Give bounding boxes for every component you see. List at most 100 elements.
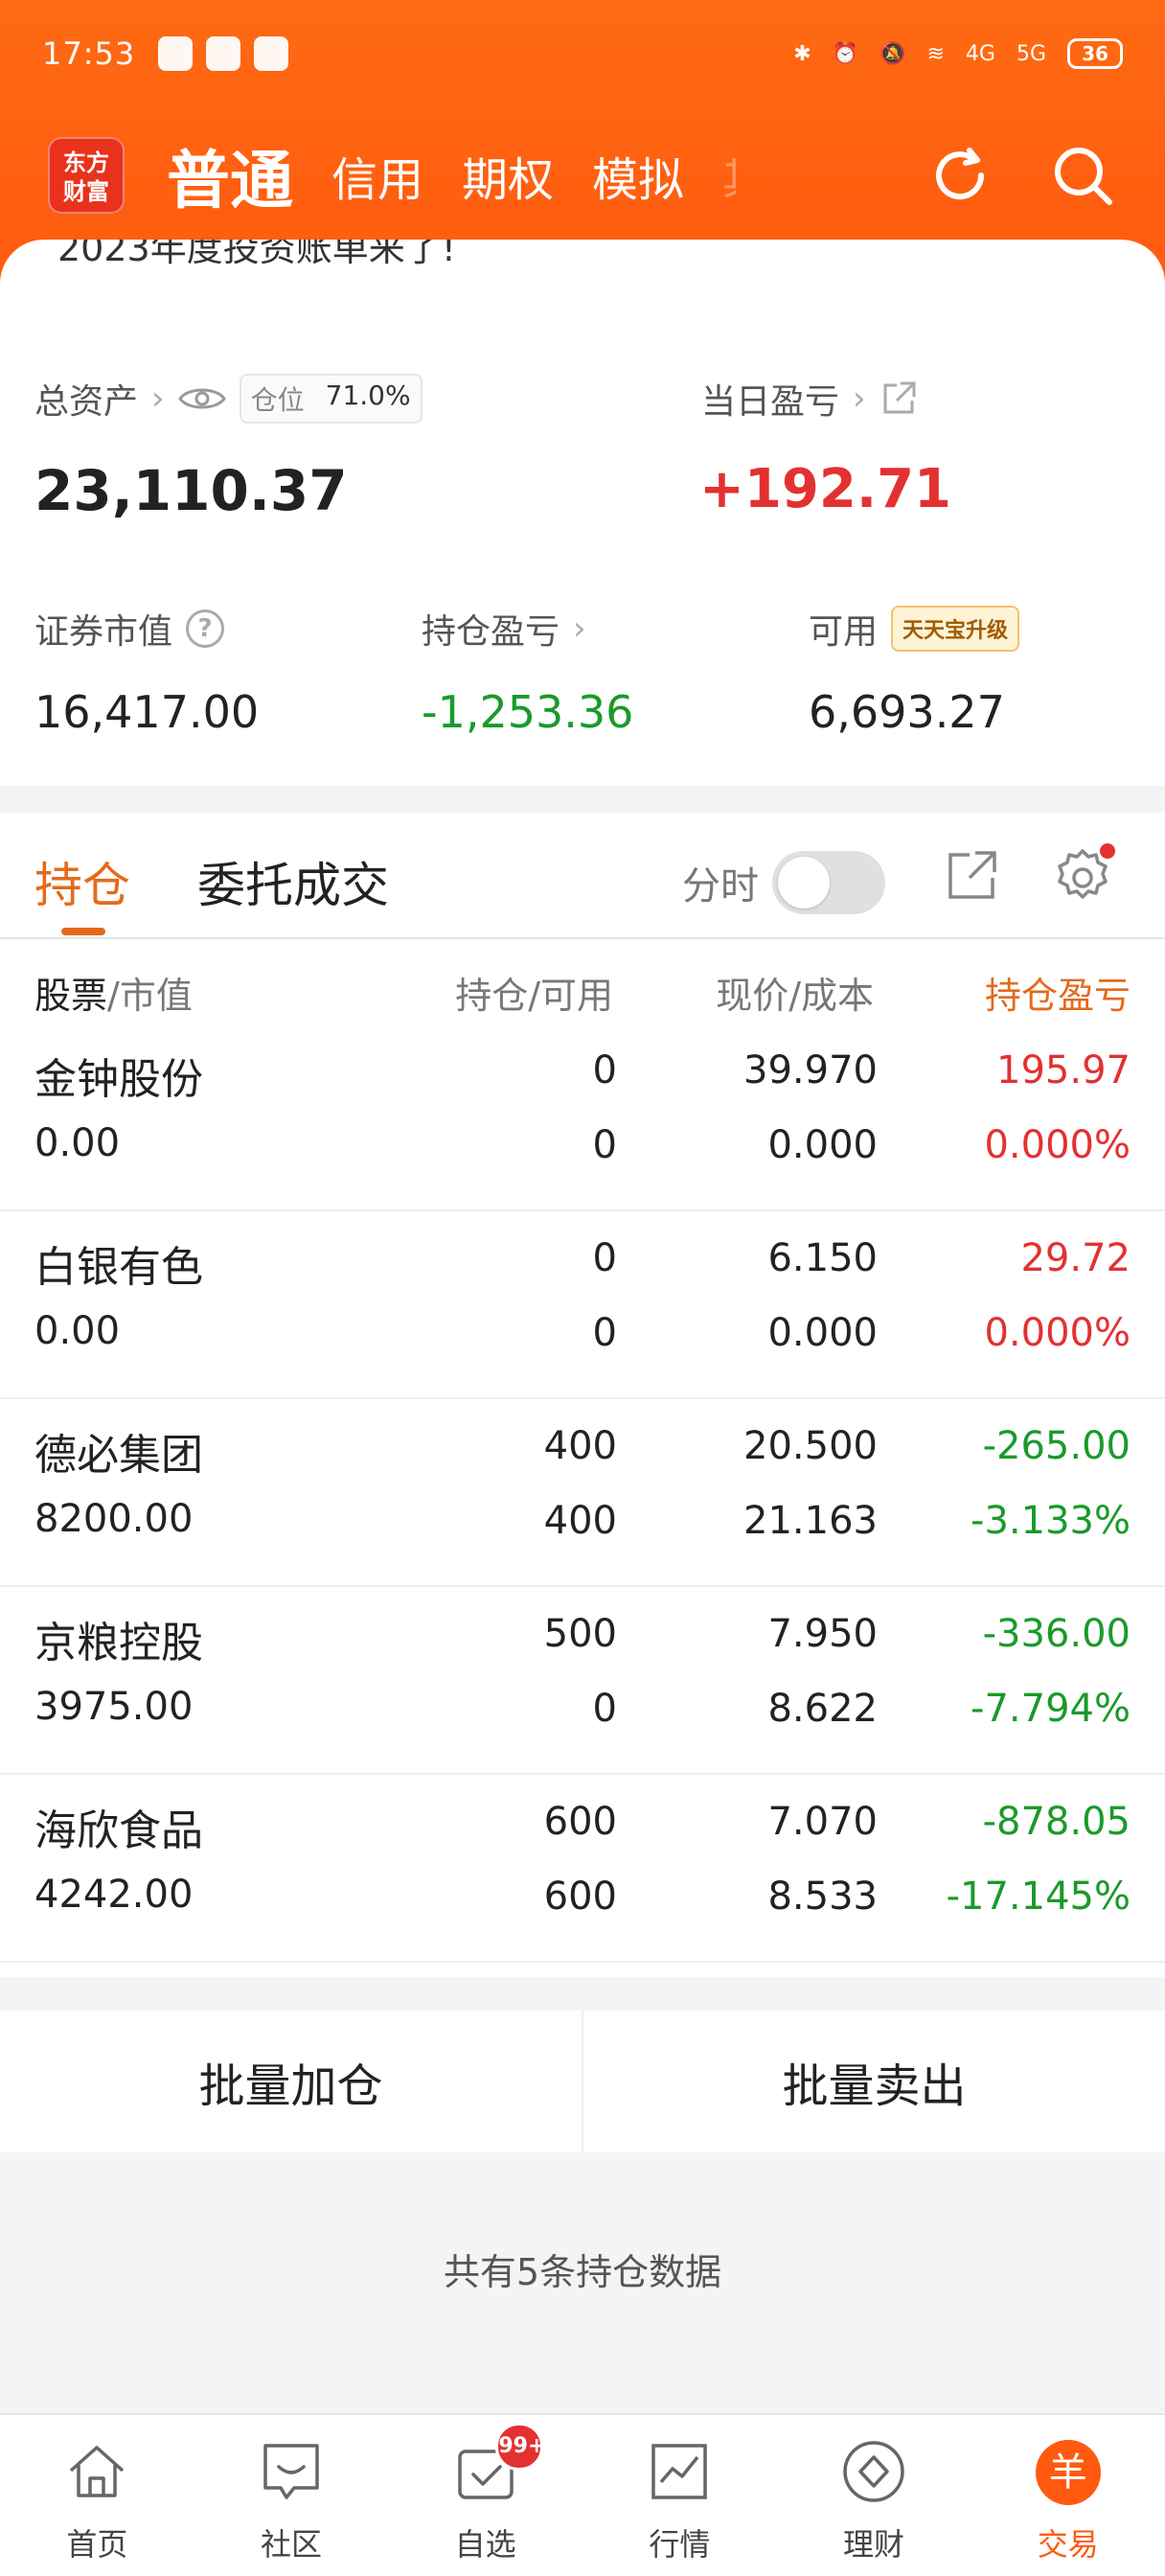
holdings-count-text: 共有5条持仓数据 — [443, 2251, 722, 2293]
logo-text-2: 财富 — [63, 178, 109, 205]
current-price: 6.150 — [767, 1236, 878, 1280]
timeshare-toggle[interactable] — [772, 851, 885, 914]
nav-watchlist[interactable]: 99+ 自选 — [388, 2415, 582, 2576]
chart-line-icon — [651, 2444, 708, 2499]
annual-report-banner[interactable]: 2023年度投资账单来了! — [0, 240, 1165, 316]
stock-name: 白银有色 — [34, 1243, 203, 1292]
position-label: 仓位 — [250, 384, 305, 416]
market-value: 3975.00 — [34, 1685, 194, 1729]
chevron-right-icon: › — [573, 610, 586, 648]
timeshare-label: 分时 — [682, 864, 759, 908]
holding-pl-pct: -17.145% — [946, 1874, 1131, 1919]
daily-pl-label: 当日盈亏 — [701, 382, 840, 422]
assets-summary: 总资产 › 仓位 71.0% 23,110.37 当日盈亏 › +192.71 … — [0, 316, 1165, 786]
holding-pl: -265.00 — [982, 1424, 1131, 1468]
status-icons: ✱ ⏰ 🔕 ≋ 4G 5G 36 — [793, 38, 1123, 69]
market-value: 0.00 — [34, 1121, 121, 1165]
account-type-nav: 东方 财富 普通 信用 期权 模拟 其 — [48, 132, 1117, 218]
holding-pl-pct: 0.000% — [984, 1311, 1131, 1355]
network-4g-label: 4G — [965, 41, 995, 66]
current-price: 7.070 — [767, 1800, 878, 1844]
table-row[interactable]: 德必集团 8200.00 400 400 20.500 21.163 -265.00 -3.1… — [0, 1399, 1165, 1587]
nav-market[interactable]: 行情 — [582, 2415, 777, 2576]
tab-options[interactable]: 期权 — [462, 142, 554, 209]
timeshare-toggle-group: 分时 — [682, 851, 885, 914]
table-row[interactable]: 海欣食品 4242.00 600 600 7.070 8.533 -878.05 -17.14… — [0, 1775, 1165, 1963]
holding-qty: 400 — [543, 1424, 617, 1468]
col-stock-label: 股票 — [34, 975, 108, 1017]
bottom-nav: 首页 社区 99+ 自选 行情 理财 羊 交易 — [0, 2413, 1165, 2576]
table-row[interactable]: 金钟股份 0.00 0 0 39.970 0.000 195.97 0.000% — [0, 1024, 1165, 1211]
nav-home-label: 首页 — [66, 2526, 128, 2563]
daily-pl-value: +192.71 — [699, 458, 952, 520]
total-assets-label: 总资产 — [34, 382, 139, 422]
search-icon[interactable] — [1048, 141, 1117, 210]
daily-pl-header[interactable]: 当日盈亏 › — [701, 374, 918, 424]
tab-normal[interactable]: 普通 — [167, 129, 293, 221]
cost-price: 21.163 — [743, 1499, 878, 1543]
app-logo[interactable]: 东方 财富 — [48, 137, 125, 214]
holdings-column-headers: 股票/市值 持仓/可用 现价/成本 持仓盈亏 — [0, 966, 1165, 1017]
holding-pl-pct: -3.133% — [971, 1499, 1131, 1543]
nav-community[interactable]: 社区 — [194, 2415, 389, 2576]
chat-icon — [263, 2444, 319, 2499]
stock-name: 德必集团 — [34, 1431, 203, 1480]
stock-name: 金钟股份 — [34, 1055, 203, 1104]
upgrade-badge[interactable]: 天天宝升级 — [891, 606, 1020, 652]
nav-watchlist-label: 自选 — [454, 2526, 516, 2563]
cost-price: 8.622 — [767, 1687, 878, 1731]
holding-pl: -336.00 — [982, 1612, 1131, 1656]
col-stock-value: 股票/市值 — [34, 966, 193, 1019]
available-qty: 0 — [592, 1311, 617, 1355]
holding-pl-label: 持仓盈亏 — [422, 612, 560, 652]
chevron-right-icon: › — [853, 380, 866, 418]
nav-home[interactable]: 首页 — [0, 2415, 194, 2576]
cost-price: 0.000 — [767, 1311, 878, 1355]
market-value: 4242.00 — [34, 1873, 194, 1917]
tab-simulation[interactable]: 模拟 — [592, 142, 684, 209]
available-block: 可用 天天宝升级 6,693.27 — [809, 604, 1020, 738]
holding-pl: 29.72 — [1020, 1236, 1131, 1280]
batch-sell-button[interactable]: 批量卖出 — [583, 2011, 1165, 2152]
nav-trade-label: 交易 — [1037, 2526, 1099, 2563]
market-value-label: 证券市值 — [34, 612, 173, 652]
mute-icon: 🔕 — [879, 41, 906, 66]
col-holding-pl[interactable]: 持仓盈亏 — [985, 966, 1131, 1019]
bluetooth-icon: ✱ — [793, 41, 811, 66]
available-qty: 0 — [592, 1687, 617, 1731]
battery-level: 36 — [1082, 42, 1108, 65]
external-link-icon[interactable] — [879, 380, 918, 418]
tab-positions[interactable]: 持仓 — [34, 847, 130, 935]
holding-qty: 600 — [543, 1800, 617, 1844]
table-row[interactable]: 京粮控股 3975.00 500 0 7.950 8.622 -336.00 -7.794% — [0, 1587, 1165, 1775]
available-qty: 400 — [543, 1499, 617, 1543]
network-5g-label: 5G — [1016, 41, 1046, 66]
notification-app-icon — [254, 36, 289, 71]
refresh-icon[interactable] — [925, 141, 994, 210]
help-icon[interactable]: ? — [186, 610, 225, 648]
total-assets-header[interactable]: 总资产 › 仓位 71.0% — [34, 374, 423, 424]
available-label: 可用 — [809, 612, 879, 652]
logo-text-1: 东方 — [63, 150, 109, 176]
notification-dot — [1100, 843, 1115, 859]
tab-more[interactable]: 其 — [722, 145, 736, 206]
current-price: 7.950 — [767, 1612, 878, 1656]
batch-actions: 批量加仓 批量卖出 — [0, 2011, 1165, 2152]
tab-orders[interactable]: 委托成交 — [197, 847, 389, 916]
nav-market-label: 行情 — [649, 2526, 711, 2563]
batch-add-button[interactable]: 批量加仓 — [0, 2011, 583, 2152]
holding-qty: 500 — [543, 1612, 617, 1656]
share-icon[interactable] — [945, 847, 1000, 903]
position-ratio-badge: 仓位 71.0% — [239, 374, 423, 424]
home-icon — [70, 2446, 125, 2497]
table-row[interactable]: 白银有色 0.00 0 0 6.150 0.000 29.72 0.000% — [0, 1211, 1165, 1399]
nav-community-label: 社区 — [261, 2526, 323, 2563]
nav-wealth[interactable]: 理财 — [777, 2415, 971, 2576]
battery-icon: 36 — [1067, 38, 1123, 69]
nav-trade[interactable]: 羊 交易 — [971, 2415, 1165, 2576]
market-value-amount: 16,417.00 — [34, 686, 260, 738]
eye-icon[interactable] — [177, 384, 226, 413]
wifi-icon: ≋ — [926, 41, 945, 66]
tab-credit[interactable]: 信用 — [331, 142, 423, 209]
holding-pl-block[interactable]: 持仓盈亏 › -1,253.36 — [422, 604, 633, 738]
